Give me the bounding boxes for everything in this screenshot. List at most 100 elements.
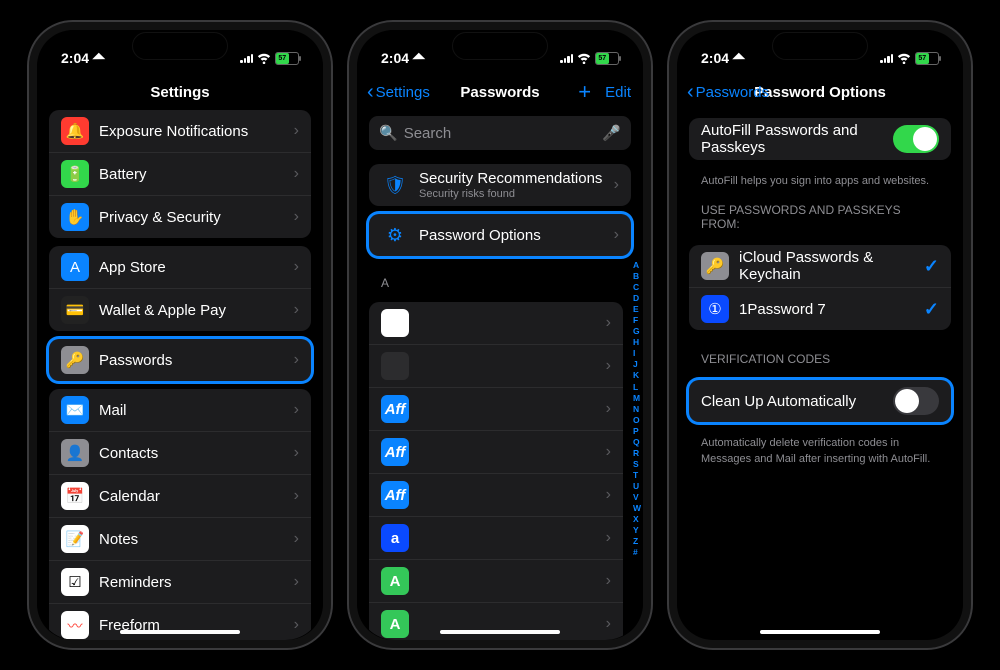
password-item[interactable]: Aff› — [369, 430, 623, 473]
provider-1password[interactable]: ①1Password 7✓ — [689, 287, 951, 330]
app-icon: Aff — [381, 481, 409, 509]
settings-row-battery[interactable]: 🔋 Battery › — [49, 152, 311, 195]
chevron-icon: › — [294, 444, 299, 462]
chevron-icon: › — [294, 616, 299, 634]
edit-button[interactable]: Edit — [605, 84, 631, 101]
password-item[interactable]: A› — [369, 602, 623, 640]
chevron-icon: › — [294, 401, 299, 419]
time: 2:04 — [381, 50, 409, 66]
row-label: Reminders — [99, 574, 284, 591]
index-bar[interactable]: ABCDEFGHIJKLMNOPQRSTUVWXYZ# — [633, 260, 641, 558]
location-icon: ◤ — [732, 50, 747, 65]
section-header: A — [357, 264, 643, 294]
row-sublabel: Security risks found — [419, 188, 604, 200]
wifi-icon — [577, 52, 591, 64]
cleanup-footer: Automatically delete verification codes … — [677, 430, 963, 467]
phone-settings: 2:04◤ 57 Settings 🔔Exposure Notification… — [27, 20, 333, 650]
autofill-toggle-row[interactable]: AutoFill Passwords and Passkeys — [689, 118, 951, 160]
row-label: App Store — [99, 259, 284, 276]
app-icon — [381, 309, 409, 337]
search-icon: 🔍 — [379, 124, 398, 142]
app-icon: Aff — [381, 395, 409, 423]
back-button[interactable]: ‹Passwords — [687, 81, 769, 104]
notes-icon: 📝 — [61, 525, 89, 553]
password-item[interactable]: a› — [369, 516, 623, 559]
settings-row-notes[interactable]: 📝Notes› — [49, 517, 311, 560]
chevron-icon: › — [606, 400, 611, 418]
row-label: Passwords — [99, 352, 284, 369]
signal-icon — [880, 53, 893, 63]
page-title: Settings — [150, 84, 209, 101]
add-button[interactable]: + — [578, 79, 591, 105]
use-passwords-header: USE PASSWORDS AND PASSKEYS FROM: — [677, 189, 963, 237]
settings-row-mail[interactable]: ✉️Mail› — [49, 389, 311, 431]
home-indicator[interactable] — [760, 630, 880, 634]
settings-row-app-store[interactable]: AApp Store› — [49, 246, 311, 288]
row-password-options[interactable]: ⚙ Password Options › — [369, 214, 631, 256]
verification-codes-header: VERIFICATION CODES — [677, 338, 963, 372]
chevron-icon: › — [606, 357, 611, 375]
cleanup-label: Clean Up Automatically — [701, 393, 883, 410]
password-item[interactable]: Aff › — [369, 387, 623, 430]
dynamic-island — [132, 32, 228, 60]
provider-label: iCloud Passwords & Keychain — [739, 249, 914, 283]
signal-icon — [240, 53, 253, 63]
contacts-icon: 👤 — [61, 439, 89, 467]
chevron-icon: › — [294, 530, 299, 548]
row-label: Password Options — [419, 227, 604, 244]
row-label: Contacts — [99, 445, 284, 462]
chevron-icon: › — [614, 226, 619, 244]
settings-row-wallet-apple-pay[interactable]: 💳Wallet & Apple Pay› — [49, 288, 311, 331]
navbar: ‹Passwords Password Options — [677, 74, 963, 110]
battery-icon: 57 — [275, 52, 299, 65]
cleanup-toggle-row[interactable]: Clean Up Automatically — [689, 380, 951, 422]
autofill-footer: AutoFill helps you sign into apps and we… — [677, 168, 963, 189]
password-item[interactable]: › — [369, 344, 623, 387]
phone-passwords: 2:04◤ 57 ‹Settings Passwords +Edit 🔍 Sea… — [347, 20, 653, 650]
mic-icon[interactable]: 🎤 — [602, 124, 621, 142]
cleanup-toggle[interactable] — [893, 387, 939, 415]
phone-password-options: 2:04◤ 57 ‹Passwords Password Options Aut… — [667, 20, 973, 650]
autofill-label: AutoFill Passwords and Passkeys — [701, 122, 883, 156]
search-input[interactable]: 🔍 Search 🎤 — [369, 116, 631, 150]
wifi-icon — [897, 52, 911, 64]
mail-icon: ✉️ — [61, 396, 89, 424]
password-item[interactable]: A› — [369, 559, 623, 602]
settings-row-contacts[interactable]: 👤 Contacts › — [49, 431, 311, 474]
settings-row-passwords[interactable]: 🔑Passwords› — [49, 339, 311, 381]
search-placeholder: Search — [404, 125, 597, 142]
password-item[interactable]: Aff › — [369, 473, 623, 516]
chevron-icon: › — [294, 165, 299, 183]
settings-row-reminders[interactable]: ☑ Reminders › — [49, 560, 311, 603]
back-button[interactable]: ‹Settings — [367, 81, 430, 104]
password-options-icon: ⚙ — [381, 221, 409, 249]
settings-row-calendar[interactable]: 📅Calendar› — [49, 474, 311, 517]
row-security-recommendations[interactable]: 🛡Security RecommendationsSecurity risks … — [369, 164, 631, 206]
battery-icon: 🔋 — [61, 160, 89, 188]
chevron-icon: › — [606, 314, 611, 332]
app-store-icon: A — [61, 253, 89, 281]
freeform-icon: 〰 — [61, 611, 89, 639]
row-label: Battery — [99, 166, 284, 183]
chevron-icon: › — [294, 301, 299, 319]
signal-icon — [560, 53, 573, 63]
battery-icon: 57 — [595, 52, 619, 65]
chevron-icon: › — [606, 615, 611, 633]
chevron-icon: › — [606, 486, 611, 504]
chevron-icon: › — [294, 573, 299, 591]
home-indicator[interactable] — [120, 630, 240, 634]
home-indicator[interactable] — [440, 630, 560, 634]
reminders-icon: ☑ — [61, 568, 89, 596]
calendar-icon: 📅 — [61, 482, 89, 510]
chevron-icon: › — [614, 176, 619, 194]
location-icon: ◤ — [92, 50, 107, 65]
autofill-toggle[interactable] — [893, 125, 939, 153]
provider-icloud-keychain[interactable]: 🔑iCloud Passwords & Keychain✓ — [689, 245, 951, 287]
chevron-icon: › — [606, 572, 611, 590]
settings-row-freeform[interactable]: 〰Freeform› — [49, 603, 311, 640]
settings-row-privacy-security[interactable]: ✋Privacy & Security› — [49, 195, 311, 238]
settings-row-exposure-notifications[interactable]: 🔔Exposure Notifications› — [49, 110, 311, 152]
password-item[interactable]: › — [369, 302, 623, 344]
app-icon: Aff — [381, 438, 409, 466]
dynamic-island — [452, 32, 548, 60]
